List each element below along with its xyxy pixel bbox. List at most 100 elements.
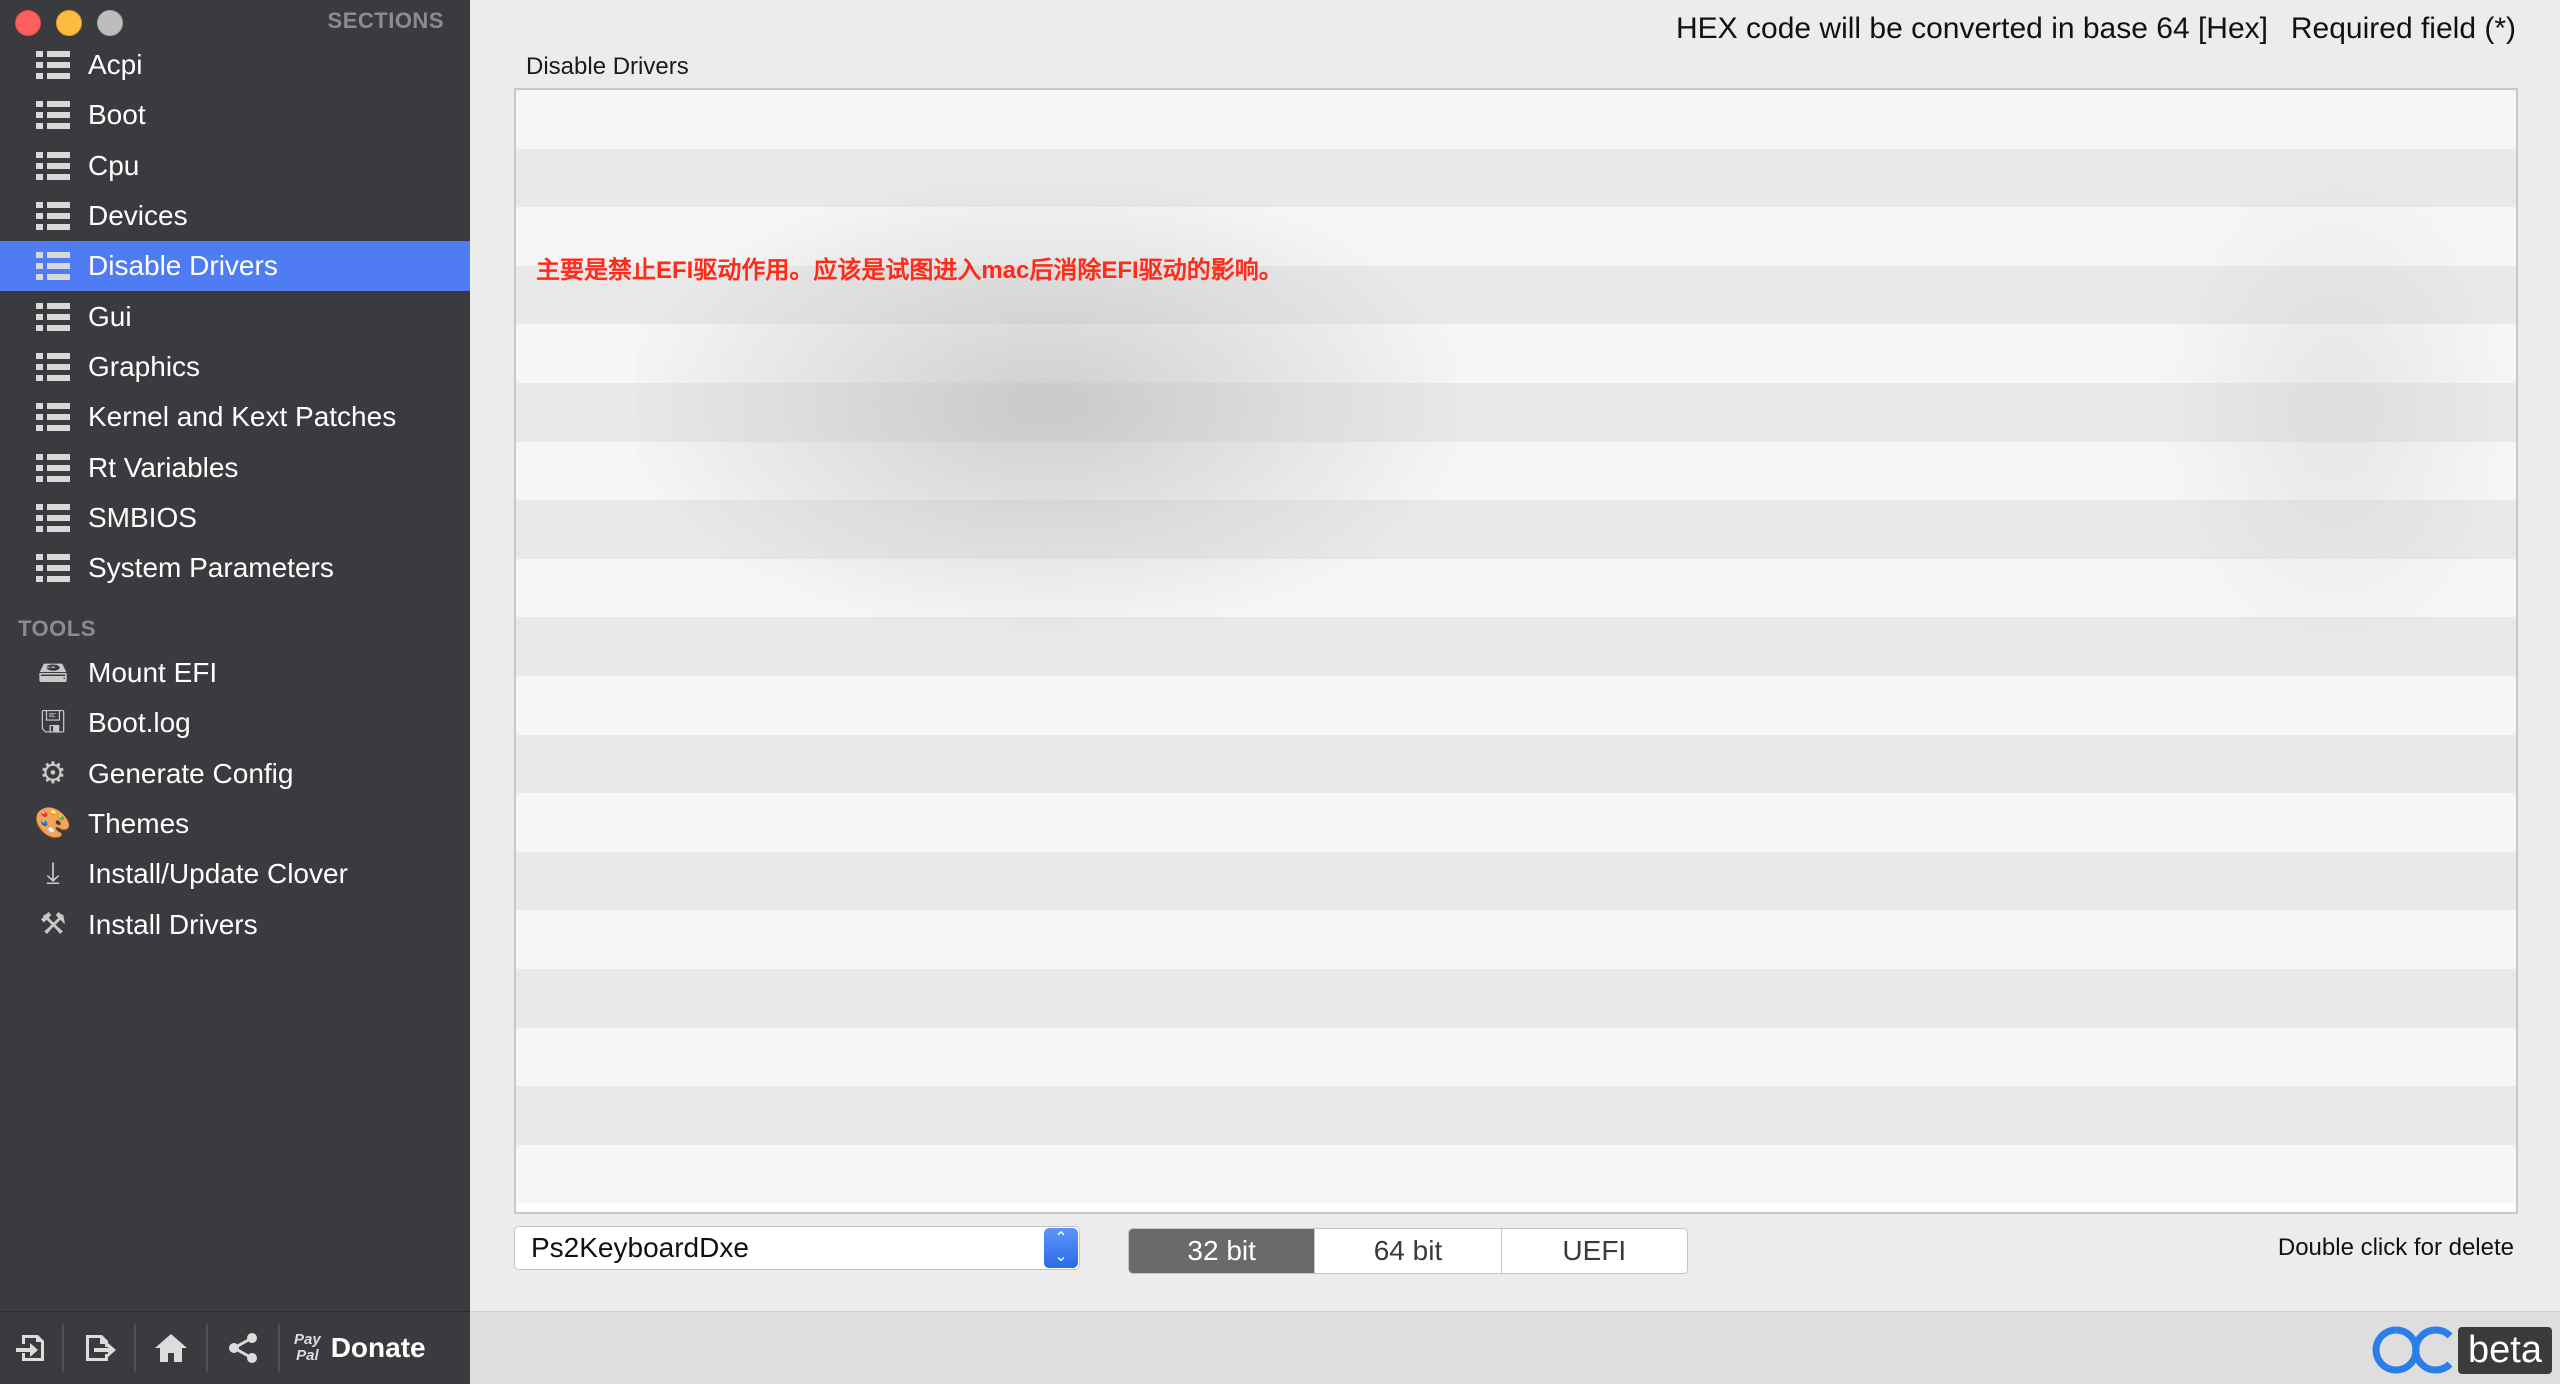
sidebar-bottom-bar: Pay Pal Donate (0, 1311, 470, 1384)
paypal-mark-top: Pay (294, 1331, 321, 1348)
table-row[interactable] (516, 500, 2516, 559)
sidebar-item-label: System Parameters (88, 552, 334, 584)
window-close-button[interactable] (15, 10, 41, 36)
table-row[interactable] (516, 1144, 2516, 1204)
list-icon (36, 98, 70, 132)
table-row[interactable] (516, 1086, 2516, 1145)
arch-option-64-bit[interactable]: 64 bit (1314, 1229, 1500, 1273)
beta-label: beta (2458, 1326, 2552, 1374)
arch-option-uefi[interactable]: UEFI (1500, 1229, 1687, 1273)
tool-item-themes[interactable]: 🎨 Themes (0, 799, 470, 849)
sidebar-item-label: Boot (88, 99, 146, 131)
panel-title: Disable Drivers (526, 53, 689, 80)
share-button[interactable] (208, 1323, 278, 1373)
tool-item-label: Boot.log (88, 707, 191, 739)
tool-item-label: Install/Update Clover (88, 858, 348, 890)
window-zoom-button[interactable] (97, 10, 123, 36)
sidebar-item-system-parameters[interactable]: System Parameters (0, 543, 470, 593)
tools-list: 🖴 Mount EFI 🖫 Boot.log ⚙ Generate Config 🎨 Them… (0, 648, 470, 950)
tool-item-label: Themes (88, 808, 190, 840)
donate-button[interactable]: Pay Pal Donate (280, 1323, 426, 1373)
table-row[interactable] (516, 441, 2516, 501)
download-icon: ⤓ (46, 857, 60, 891)
list-icon (36, 350, 70, 384)
tool-item-boot-log[interactable]: 🖫 Boot.log (0, 698, 470, 748)
table-row[interactable] (516, 910, 2516, 969)
table-row[interactable] (516, 324, 2516, 383)
list-icon (36, 501, 70, 535)
annotation-text: 主要是禁止EFI驱动作用。应该是试图进入mac后消除EFI驱动的影响。 (536, 257, 1283, 284)
window-minimize-button[interactable] (56, 10, 82, 36)
table-row[interactable] (516, 558, 2516, 618)
sidebar-item-label: Disable Drivers (88, 250, 278, 282)
paypal-icon: Pay Pal (294, 1332, 321, 1364)
sidebar-item-label: Kernel and Kext Patches (88, 401, 397, 433)
sidebar-item-label: Cpu (88, 149, 140, 181)
list-icon (36, 149, 70, 183)
sidebar-item-label: Gui (88, 300, 132, 332)
table-row[interactable] (516, 382, 2516, 442)
sidebar-item-graphics[interactable]: Graphics (0, 342, 470, 392)
sidebar: SECTIONS Acpi Boot Cpu Devices Disable Drive… (0, 0, 470, 1384)
list-icon (36, 551, 70, 585)
tool-item-install-update-clover[interactable]: ⤓ Install/Update Clover (0, 849, 470, 899)
tools-header: TOOLS (18, 616, 96, 641)
sidebar-item-smbios[interactable]: SMBIOS (0, 493, 470, 543)
table-row[interactable] (516, 968, 2516, 1028)
tool-item-label: Install Drivers (88, 908, 258, 940)
select-stepper-icon[interactable]: ⌃ ⌄ (1044, 1228, 1078, 1268)
share-icon (229, 1333, 257, 1363)
table-row[interactable] (516, 851, 2516, 911)
sidebar-item-label: Rt Variables (88, 451, 239, 483)
delete-hint: Double click for delete (2277, 1234, 2514, 1261)
tool-item-install-drivers[interactable]: ⚒ Install Drivers (0, 899, 470, 949)
sidebar-item-cpu[interactable]: Cpu (0, 141, 470, 191)
export-button[interactable] (64, 1323, 134, 1373)
sidebar-item-kernel-and-kext-patches[interactable]: Kernel and Kext Patches (0, 392, 470, 442)
list-icon (36, 249, 70, 283)
sections-header: SECTIONS (327, 8, 444, 33)
tool-item-mount-efi[interactable]: 🖴 Mount EFI (0, 648, 470, 698)
disable-drivers-table[interactable]: 主要是禁止EFI驱动作用。应该是试图进入mac后消除EFI驱动的影响。 (514, 88, 2518, 1214)
sidebar-item-devices[interactable]: Devices (0, 191, 470, 241)
sidebar-item-acpi[interactable]: Acpi (0, 40, 470, 90)
architecture-segmented-control[interactable]: 32 bit 64 bit UEFI (1128, 1228, 1688, 1274)
sidebar-item-boot[interactable]: Boot (0, 90, 470, 140)
table-row[interactable] (516, 148, 2516, 208)
home-button[interactable] (136, 1323, 206, 1373)
sidebar-item-gui[interactable]: Gui (0, 291, 470, 341)
import-icon (16, 1335, 44, 1361)
palette-icon: 🎨 (34, 807, 72, 841)
import-button[interactable] (0, 1323, 62, 1373)
chevron-down-icon: ⌄ (1054, 1248, 1068, 1265)
list-icon (36, 199, 70, 233)
sidebar-item-label: Devices (88, 200, 188, 232)
table-row[interactable] (516, 734, 2516, 794)
list-icon (36, 48, 70, 82)
driver-select-value: Ps2KeyboardDxe (531, 1232, 749, 1263)
oc-logo-icon (2372, 1326, 2453, 1374)
table-row[interactable] (516, 1027, 2516, 1087)
status-bar: beta (470, 1311, 2560, 1384)
hex-conversion-note: HEX code will be converted in base 64 [H… (1676, 12, 2268, 45)
table-row[interactable] (516, 617, 2516, 676)
tool-item-generate-config[interactable]: ⚙ Generate Config (0, 749, 470, 799)
table-row[interactable] (516, 675, 2516, 735)
sidebar-item-rt-variables[interactable]: Rt Variables (0, 442, 470, 492)
table-row[interactable] (516, 793, 2516, 852)
tool-item-label: Mount EFI (88, 657, 218, 689)
boot-log-icon: 🖫 (40, 706, 66, 740)
home-icon (155, 1334, 187, 1362)
table-row[interactable] (516, 90, 2516, 149)
gears-icon: ⚙ (39, 756, 67, 790)
chevron-up-icon: ⌃ (1054, 1230, 1068, 1247)
sidebar-item-label: SMBIOS (88, 501, 197, 533)
arch-option-32-bit[interactable]: 32 bit (1129, 1229, 1315, 1273)
sidebar-item-disable-drivers[interactable]: Disable Drivers (0, 241, 470, 292)
export-icon (86, 1335, 116, 1361)
driver-select[interactable]: Ps2KeyboardDxe ⌃ ⌄ (514, 1226, 1080, 1270)
list-icon (36, 300, 70, 334)
paypal-mark-bottom: Pal (296, 1347, 319, 1364)
sections-list: Acpi Boot Cpu Devices Disable Drivers Gui Grap… (0, 40, 470, 593)
tools-icon: ⚒ (39, 907, 67, 941)
